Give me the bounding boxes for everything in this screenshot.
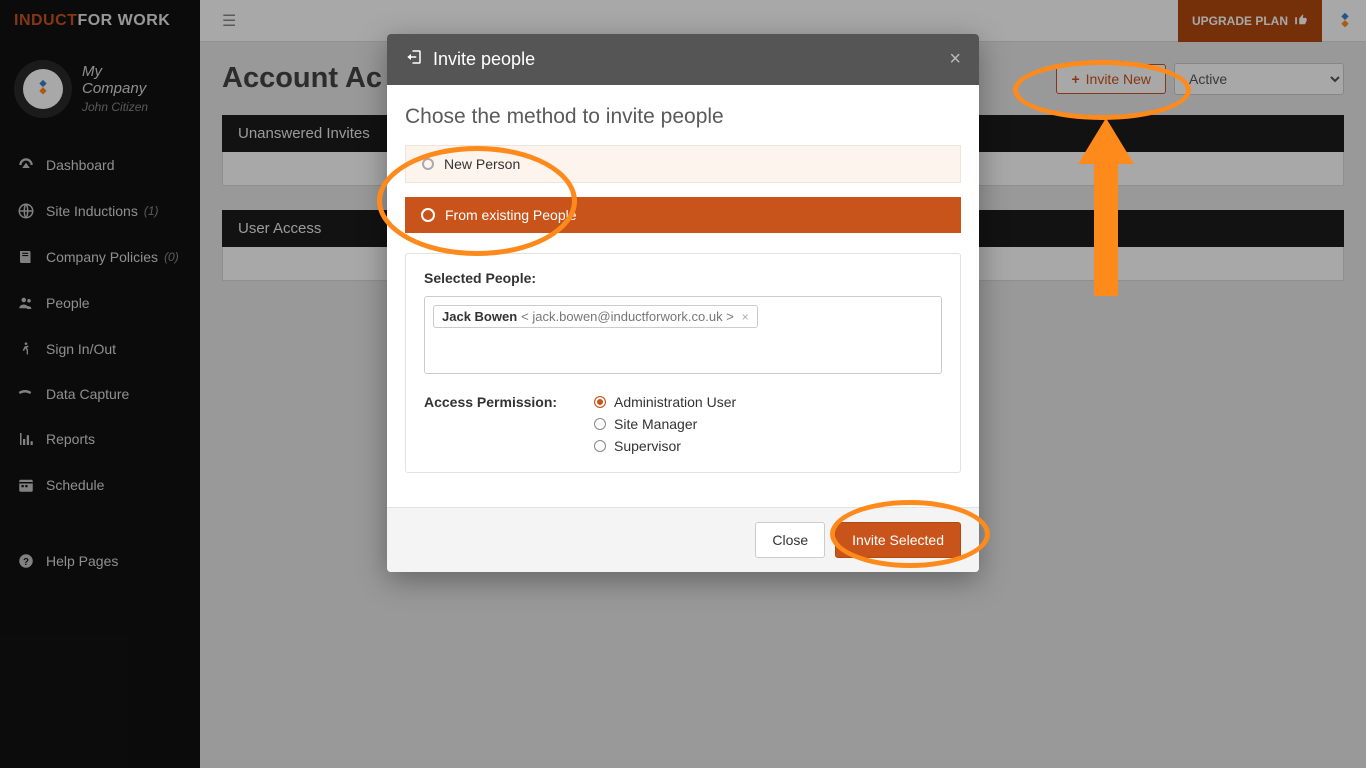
modal-footer: Close Invite Selected bbox=[387, 507, 979, 572]
selected-people-input[interactable]: Jack Bowen < jack.bowen@inductforwork.co… bbox=[424, 296, 942, 374]
radio-icon bbox=[594, 418, 606, 430]
option-label: From existing People bbox=[445, 207, 577, 223]
selected-people-label: Selected People: bbox=[424, 270, 942, 286]
radio-icon bbox=[594, 396, 606, 408]
chip-name: Jack Bowen bbox=[442, 309, 517, 324]
perm-option-label: Site Manager bbox=[614, 416, 697, 432]
invite-selected-button[interactable]: Invite Selected bbox=[835, 522, 961, 558]
enter-icon bbox=[405, 48, 423, 71]
close-icon[interactable]: × bbox=[949, 48, 961, 71]
close-button[interactable]: Close bbox=[755, 522, 825, 558]
invite-form: Selected People: Jack Bowen < jack.bowen… bbox=[405, 253, 961, 473]
modal-title-text: Invite people bbox=[433, 49, 535, 70]
modal-subtitle: Chose the method to invite people bbox=[405, 105, 961, 129]
invite-people-modal: Invite people × Chose the method to invi… bbox=[387, 34, 979, 572]
perm-option-label: Administration User bbox=[614, 394, 736, 410]
perm-option-label: Supervisor bbox=[614, 438, 681, 454]
perm-supervisor-option[interactable]: Supervisor bbox=[594, 438, 736, 454]
radio-icon bbox=[421, 208, 435, 222]
chip-email: < jack.bowen@inductforwork.co.uk > bbox=[521, 309, 734, 324]
modal-header: Invite people × bbox=[387, 34, 979, 85]
chip-remove-icon[interactable]: × bbox=[742, 310, 749, 324]
option-new-person[interactable]: New Person bbox=[405, 145, 961, 183]
radio-icon bbox=[594, 440, 606, 452]
option-from-existing[interactable]: From existing People bbox=[405, 197, 961, 233]
access-permission-label: Access Permission: bbox=[424, 394, 594, 454]
option-label: New Person bbox=[444, 156, 520, 172]
perm-site-manager-option[interactable]: Site Manager bbox=[594, 416, 736, 432]
perm-admin-option[interactable]: Administration User bbox=[594, 394, 736, 410]
radio-icon bbox=[422, 158, 434, 170]
person-chip[interactable]: Jack Bowen < jack.bowen@inductforwork.co… bbox=[433, 305, 758, 328]
